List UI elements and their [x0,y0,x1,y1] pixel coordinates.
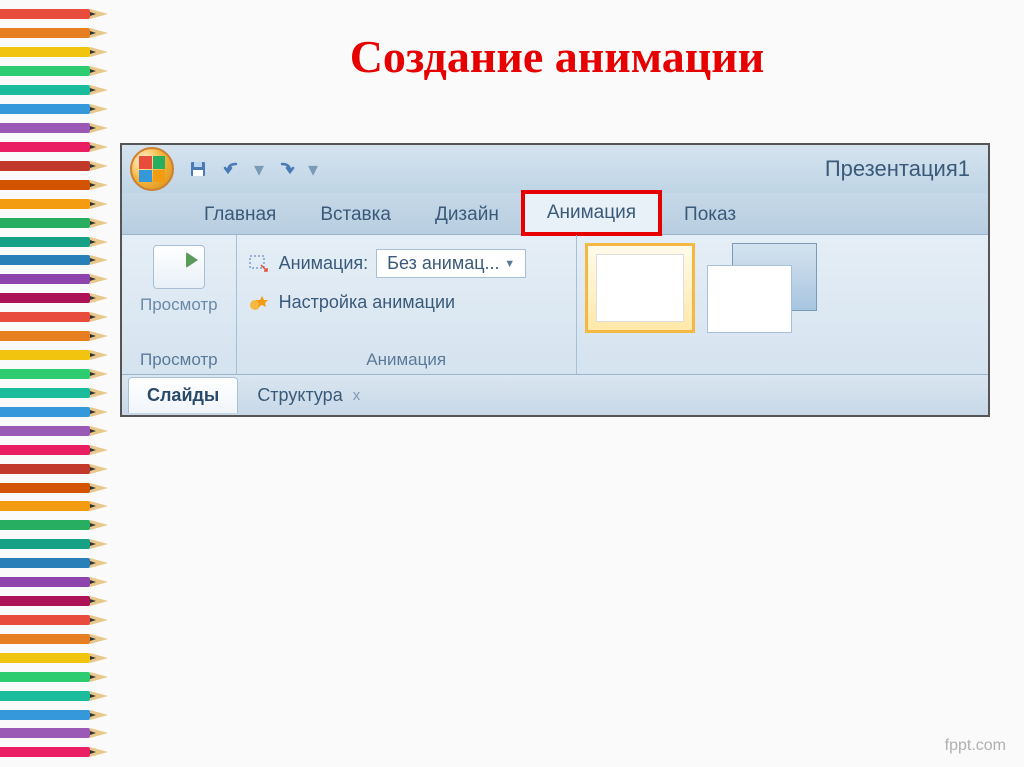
ribbon-group-transitions [577,235,988,374]
preview-button[interactable]: Просмотр [132,241,226,319]
save-button[interactable] [184,155,212,183]
slide-content: Создание анимации [120,30,994,737]
close-icon[interactable]: x [353,387,361,404]
pane-tabs: Слайды Структура x [122,375,988,415]
office-button[interactable] [130,147,174,191]
tab-slides-label: Слайды [147,385,219,406]
watermark: fppt.com [945,737,1006,755]
save-icon [189,160,207,178]
animation-label: Анимация: [279,253,369,274]
undo-button[interactable] [218,155,246,183]
custom-animation-icon [247,293,271,313]
tab-slides[interactable]: Слайды [128,377,238,413]
preview-icon [153,245,205,289]
custom-animation-label: Настройка анимации [279,292,455,313]
animation-group-label: Анимация [247,346,566,374]
slide-title: Создание анимации [120,30,994,83]
transition-none[interactable] [585,243,695,333]
redo-icon [276,161,296,177]
animation-value: Без анимац... [387,253,499,274]
qat-dropdown[interactable]: ▾ [308,157,318,182]
title-bar: ▾ ▾ Презентация1 [122,145,988,193]
preview-group-label: Просмотр [132,346,226,374]
qat-separator: ▾ [254,157,264,182]
tab-insert[interactable]: Вставка [298,196,413,234]
tab-home[interactable]: Главная [182,196,298,234]
pencil-border [0,0,115,767]
tab-animation[interactable]: Анимация [521,190,662,236]
ribbon-tabs: Главная Вставка Дизайн Анимация Показ [122,193,988,235]
transition-fade[interactable] [707,243,817,333]
tab-outline-label: Структура [257,385,342,406]
undo-icon [222,161,242,177]
redo-button[interactable] [272,155,300,183]
document-title: Презентация1 [825,156,980,182]
chevron-down-icon: ▼ [504,258,515,270]
tab-design[interactable]: Дизайн [413,196,521,234]
animation-select-icon [247,254,271,274]
quick-access-toolbar: ▾ ▾ [184,155,320,183]
ribbon-group-preview: Просмотр Просмотр [122,235,237,374]
custom-animation-button[interactable]: Настройка анимации [247,292,527,313]
ribbon: Просмотр Просмотр Анимация: [122,235,988,375]
preview-label: Просмотр [140,295,218,315]
tab-outline[interactable]: Структура x [238,377,379,414]
ribbon-group-animation: Анимация: Без анимац... ▼ Настройка аним… [237,235,577,374]
animation-dropdown[interactable]: Без анимац... ▼ [376,249,526,278]
animation-selector-row: Анимация: Без анимац... ▼ [247,249,527,278]
powerpoint-screenshot: ▾ ▾ Презентация1 Главная Вставка Дизайн … [120,143,990,417]
office-logo-icon [139,156,165,182]
tab-slideshow[interactable]: Показ [662,196,758,234]
